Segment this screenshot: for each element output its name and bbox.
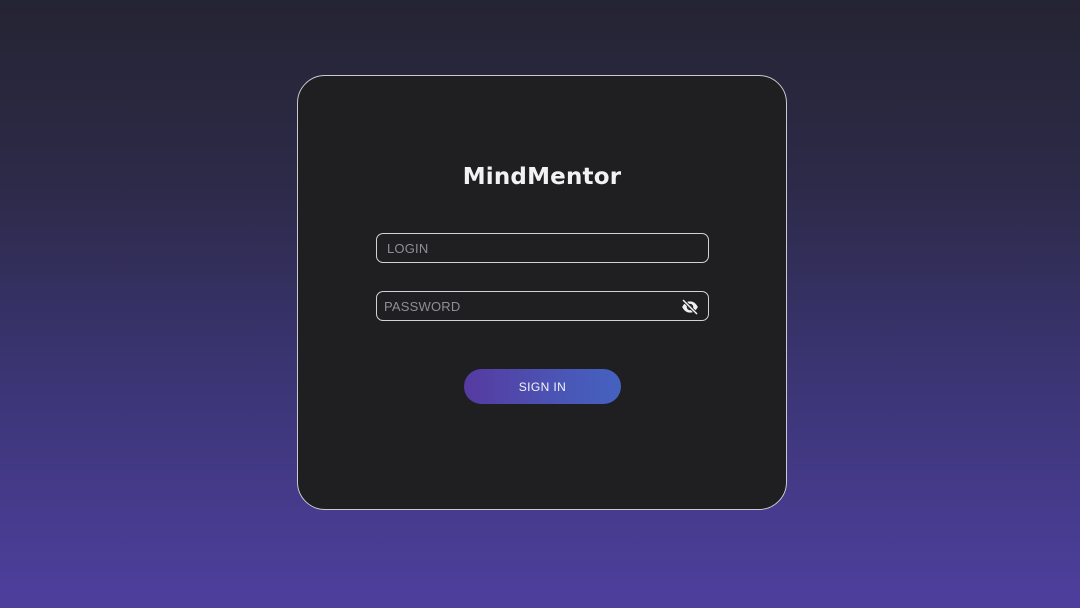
- eye-off-icon[interactable]: [680, 297, 700, 317]
- password-input[interactable]: [377, 292, 708, 320]
- app-title: MindMentor: [462, 164, 622, 190]
- login-card: MindMentor SIGN IN: [297, 75, 787, 510]
- password-field[interactable]: [376, 291, 709, 321]
- sign-in-button[interactable]: SIGN IN: [464, 369, 621, 404]
- login-field[interactable]: [376, 233, 709, 263]
- login-input[interactable]: [377, 234, 708, 262]
